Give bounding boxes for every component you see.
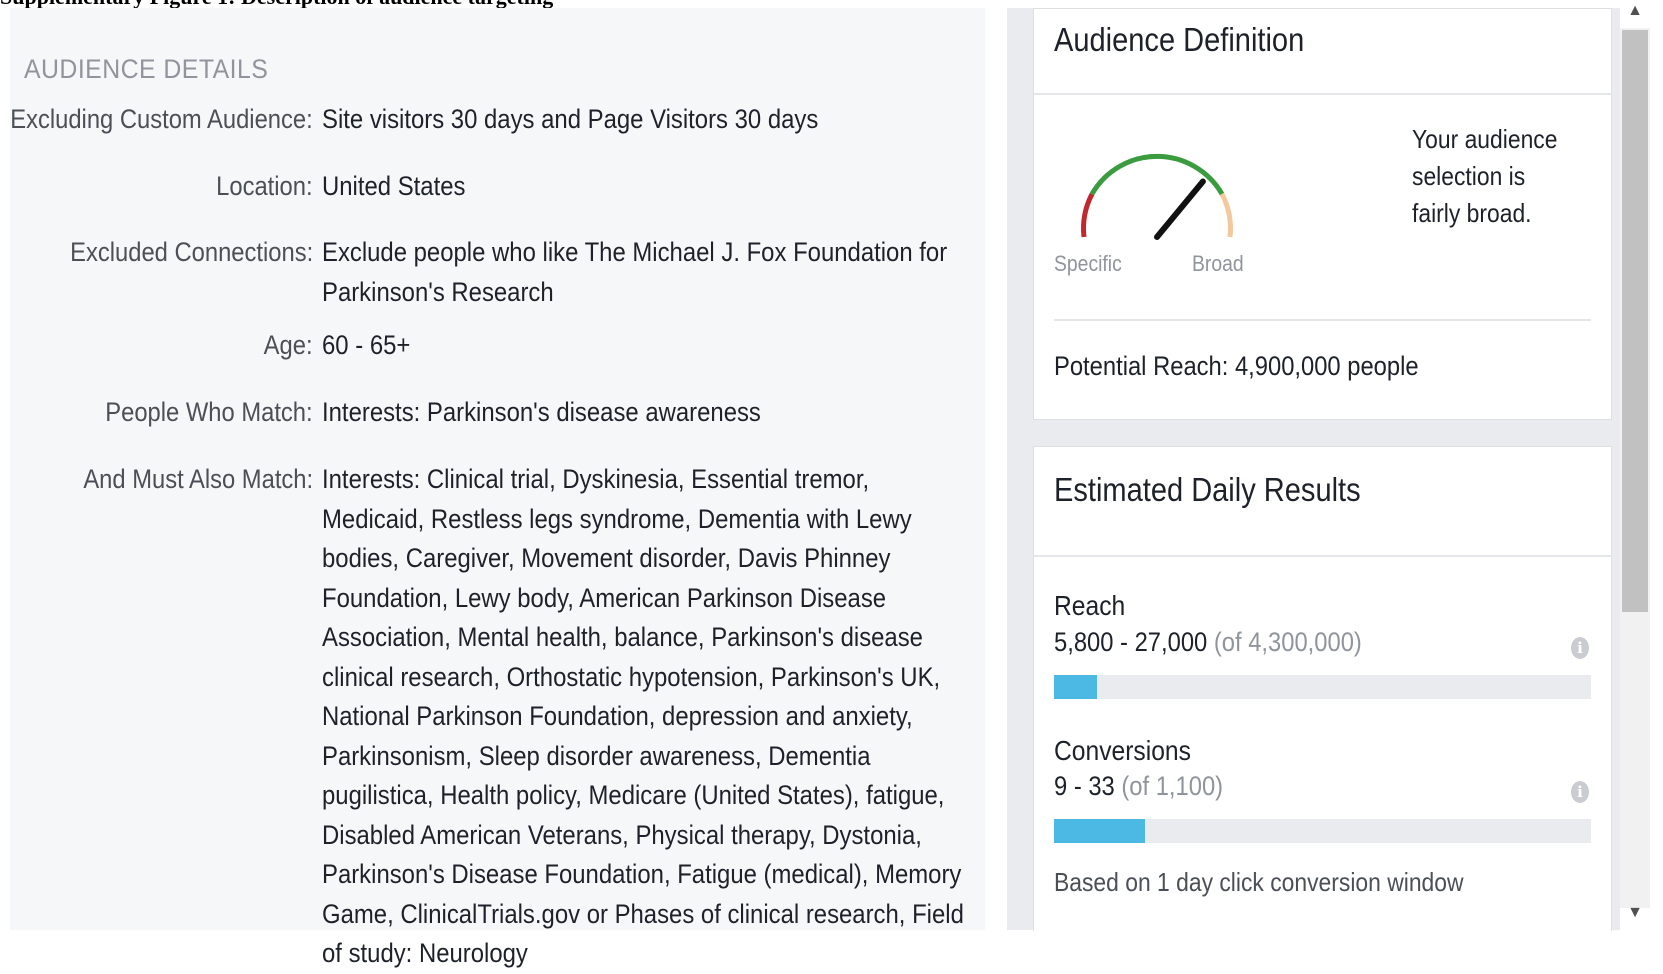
detail-label: Age:: [264, 330, 313, 360]
audience-details-panel: AUDIENCE DETAILS Excluding Custom Audien…: [10, 8, 985, 968]
gauge-peach-arc: [1219, 192, 1233, 238]
reach-bar-track: [1054, 675, 1591, 699]
detail-value: Interests: Clinical trial, Dyskinesia, E…: [322, 464, 964, 968]
potential-reach: Potential Reach: 4,900,000 people: [1054, 351, 1419, 381]
reach-title: Reach: [1054, 590, 1126, 621]
gauge-red-arc: [1081, 192, 1095, 238]
detail-label: Excluded Connections:: [69, 237, 313, 267]
reach-bar-fill: [1054, 675, 1097, 699]
reach-value: 5,800 - 27,000 (of 4,300,000): [1054, 627, 1362, 658]
detail-value: United States: [322, 171, 466, 201]
detail-label: Location:: [216, 171, 313, 201]
audience-details-title: AUDIENCE DETAILS: [24, 54, 269, 84]
gauge-max-label: Broad: [1192, 251, 1244, 276]
info-icon[interactable]: i: [1571, 637, 1589, 659]
gauge-green-arc: [1089, 153, 1225, 196]
audience-gauge: [1081, 153, 1233, 240]
conversions-bar-track: [1054, 819, 1591, 843]
audience-definition-title: Audience Definition: [1054, 21, 1305, 58]
conversion-window-note: Based on 1 day click conversion window: [1054, 867, 1464, 897]
conversions-range: 9 - 33: [1054, 771, 1115, 801]
scrollbar-thumb[interactable]: [1622, 30, 1648, 612]
detail-value: Interests: Parkinson's disease awareness: [322, 397, 761, 427]
reach-range: 5,800 - 27,000: [1054, 627, 1208, 657]
panel-gap: [985, 8, 1007, 930]
card-divider: [1034, 93, 1611, 95]
detail-value: 60 - 65+: [322, 330, 411, 360]
detail-value: Site visitors 30 days and Page Visitors …: [322, 104, 819, 134]
detail-value: Exclude people who like The Michael J. F…: [322, 237, 948, 307]
estimated-daily-results-title: Estimated Daily Results: [1054, 471, 1361, 508]
estimated-daily-results-card: Estimated Daily Results Reach 5,800 - 27…: [1033, 446, 1612, 931]
conversions-title: Conversions: [1054, 735, 1191, 766]
info-icon[interactable]: i: [1571, 781, 1589, 803]
detail-label: Excluding Custom Audience:: [10, 104, 313, 134]
card-divider: [1034, 555, 1611, 557]
detail-label: And Must Also Match:: [83, 464, 313, 494]
audience-breadth-description: Your audience selection is fairly broad.: [1412, 124, 1558, 228]
arrow-up-icon[interactable]: ▲: [1620, 2, 1650, 20]
arrow-down-icon[interactable]: ▼: [1620, 904, 1650, 922]
conversions-value: 9 - 33 (of 1,100): [1054, 771, 1223, 802]
audience-definition-card: Audience Definition Specific Broad Your …: [1033, 8, 1612, 420]
conversions-bar-fill: [1054, 819, 1146, 843]
figure-caption: Supplementary Figure 1: Description of a…: [0, 0, 900, 8]
card-inner-divider: [1054, 319, 1591, 321]
gauge-min-label: Specific: [1054, 251, 1122, 276]
reach-total: (of 4,300,000): [1213, 627, 1362, 657]
conversions-total: (of 1,100): [1121, 771, 1224, 801]
detail-label: People Who Match:: [105, 397, 313, 427]
gauge-needle-line: [1154, 178, 1206, 240]
